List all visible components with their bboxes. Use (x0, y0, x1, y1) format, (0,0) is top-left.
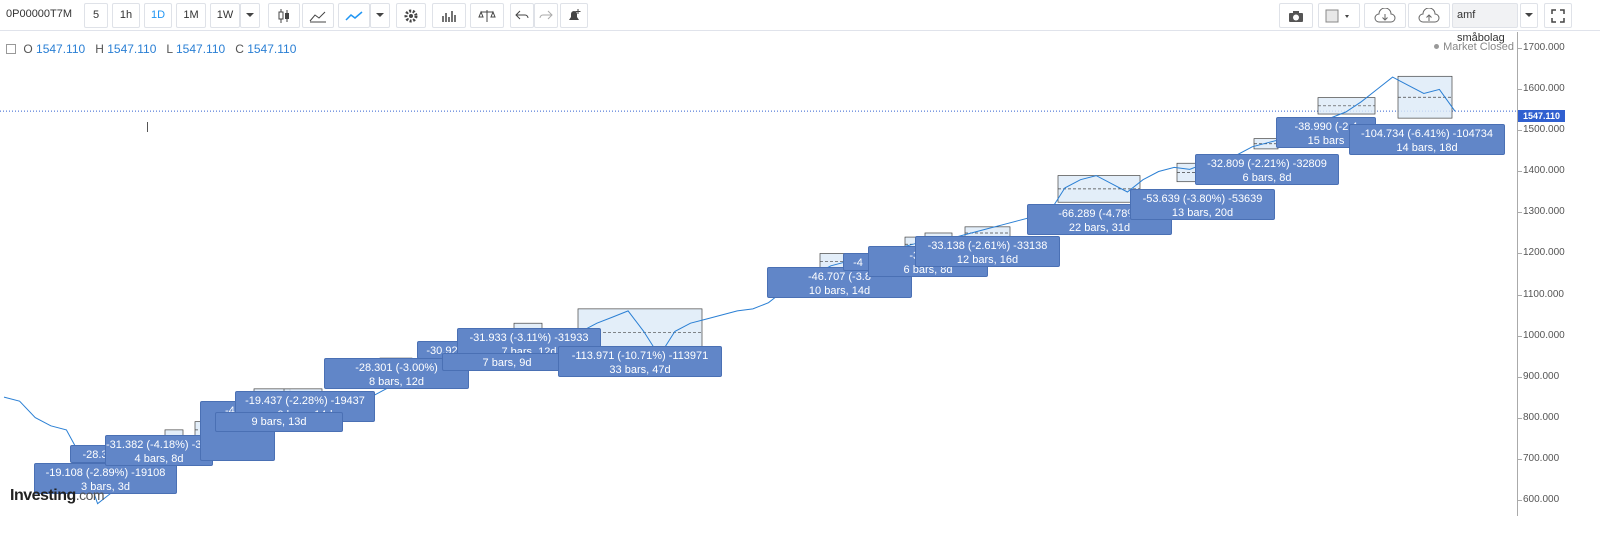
interval-1m[interactable]: 1M (176, 3, 206, 28)
camera-icon[interactable] (1279, 3, 1313, 28)
y-tick-label: 1700.000 (1523, 42, 1565, 54)
crosshair-cursor (147, 122, 148, 132)
y-tick-label: 800.000 (1523, 411, 1560, 423)
y-tick-label: 1000.000 (1523, 329, 1565, 341)
interval-1d[interactable]: 1D (144, 3, 172, 28)
drawdown-label-duration: 6 bars, 8d (1242, 172, 1292, 184)
area-chart-icon[interactable] (302, 3, 334, 28)
chevron-down-icon (246, 13, 254, 18)
layout-dropdown[interactable] (1520, 3, 1538, 28)
y-tick-mark (1518, 171, 1522, 173)
drawdown-label[interactable]: -31.382 (-4.18%) -31382 4 bars, 8d (105, 435, 213, 466)
candles-icon[interactable] (268, 3, 300, 28)
interval-dropdown[interactable] (240, 3, 260, 28)
drawdown-label-duration: 33 bars, 47d (609, 364, 671, 376)
interval-1h[interactable]: 1h (112, 3, 140, 28)
drawdown-label-duration: 10 bars, 14d (808, 285, 871, 297)
y-tick-label: 600.000 (1523, 493, 1560, 505)
drawdown-label-value: -53.639 (-3.80%) -53639 (1142, 193, 1263, 205)
drawdown-label[interactable]: -33.138 (-2.61%) -33138 12 bars, 16d (915, 236, 1060, 267)
drawdown-label-duration: 7 bars, 9d (482, 357, 532, 369)
y-tick-mark (1518, 253, 1522, 255)
y-tick-mark (1518, 48, 1522, 50)
y-tick-mark (1518, 376, 1522, 378)
y-tick-label: 1300.000 (1523, 206, 1565, 218)
color-box-icon[interactable] (1318, 3, 1360, 28)
drawdown-label-duration: 8 bars, 12d (368, 376, 425, 388)
price-axis[interactable]: 600.000 700.000 800.000 900.000 1000.000 1100… (1517, 32, 1600, 516)
alert-bell-icon[interactable] (560, 3, 588, 28)
y-tick-mark (1518, 294, 1522, 296)
y-tick-label: 1100.000 (1523, 288, 1564, 300)
chevron-down-icon (1525, 13, 1533, 18)
undo-icon[interactable] (510, 3, 534, 28)
y-tick-label: 900.000 (1523, 370, 1560, 382)
drawdown-label[interactable]: -53.639 (-3.80%) -53639 13 bars, 20d (1130, 189, 1275, 220)
y-tick-mark (1518, 89, 1522, 91)
drawdown-label-duration: 4 bars, 8d (134, 453, 184, 465)
drawdown-label-value: -31.382 (-4.18%) -31382 (106, 439, 212, 451)
current-price-tag: 1547.110 (1518, 110, 1565, 122)
drawdown-label-value: -19.437 (-2.28%) -19437 (245, 395, 365, 407)
y-tick-label: 1200.000 (1523, 247, 1565, 259)
cloud-download-icon[interactable] (1364, 3, 1406, 28)
settings-gear-icon[interactable] (396, 3, 426, 28)
drawdown-label-duration: 22 bars, 31d (1068, 222, 1131, 234)
y-tick-mark (1518, 417, 1522, 419)
y-tick-label: 1500.000 (1523, 124, 1565, 136)
drawdown-label-value: -32.809 (-2.21%) -32809 (1207, 158, 1327, 170)
y-tick-mark (1518, 335, 1522, 337)
compare-scale-icon[interactable] (470, 3, 504, 28)
y-tick-mark (1518, 212, 1522, 214)
y-tick-mark (1518, 499, 1522, 501)
drawdown-label[interactable]: -104.734 (-6.41%) -104734 14 bars, 18d (1349, 124, 1505, 155)
y-tick-label: 1600.000 (1523, 83, 1565, 95)
drawdown-label-value: -113.971 (-10.71%) -113971 (571, 350, 709, 362)
drawdown-label-value: -19.108 (-2.89%) -19108 (45, 467, 166, 479)
layout-name[interactable]: amf småbolag (1452, 3, 1518, 44)
drawdown-label-value: -33.138 (-2.61%) -33138 (927, 240, 1048, 252)
cloud-upload-icon[interactable] (1408, 3, 1450, 28)
drawdown-label-duration: 12 bars, 16d (956, 254, 1019, 266)
redo-icon[interactable] (534, 3, 558, 28)
brand-suffix: .com (75, 487, 105, 503)
investing-logo: Investing.com (10, 487, 105, 505)
chart-type-dropdown[interactable] (370, 3, 390, 28)
indicators-icon[interactable] (432, 3, 466, 28)
drawdown-label-value: -104.734 (-6.41%) -104734 (1360, 128, 1494, 140)
brand-name: Investing (10, 487, 76, 504)
y-tick-mark (1518, 458, 1522, 460)
drawdown-label-duration: 13 bars, 20d (1171, 207, 1234, 219)
drawdown-label-duration: 14 bars, 18d (1396, 142, 1458, 154)
line-chart-icon[interactable] (338, 3, 370, 28)
fullscreen-icon[interactable] (1544, 3, 1572, 28)
y-tick-label: 1400.000 (1523, 165, 1565, 177)
interval-1w[interactable]: 1W (210, 3, 240, 28)
drawdown-label-duration: 9 bars, 13d (251, 416, 307, 428)
y-tick-mark (1518, 130, 1522, 132)
chart-toolbar: 0P00000T7M 5 1h 1D 1M 1W amf småbolag (0, 0, 1600, 44)
drawdown-label-value: -31.933 (-3.11%) -31933 (469, 332, 589, 344)
symbol-input[interactable]: 0P00000T7M (2, 3, 78, 28)
drawdown-label[interactable]: 9 bars, 13d (215, 412, 343, 432)
interval-5[interactable]: 5 (84, 3, 108, 28)
chevron-down-icon (376, 13, 384, 18)
y-tick-label: 700.000 (1523, 452, 1560, 464)
drawdown-label[interactable]: -32.809 (-2.21%) -32809 6 bars, 8d (1195, 154, 1339, 185)
drawdown-label[interactable]: -113.971 (-10.71%) -113971 33 bars, 47d (558, 346, 722, 377)
drawdown-label[interactable]: 7 bars, 9d (442, 353, 572, 371)
